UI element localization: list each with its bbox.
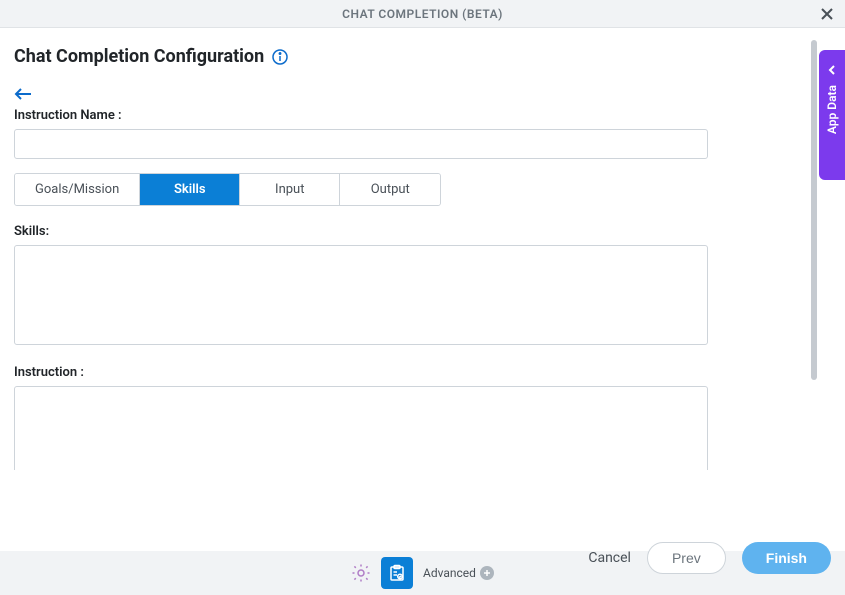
- chevron-left-icon: [827, 60, 837, 79]
- modal-header: CHAT COMPLETION (BETA): [0, 0, 845, 28]
- tabs-container: Goals/Mission Skills Input Output: [14, 173, 441, 206]
- instruction-label: Instruction :: [14, 365, 831, 380]
- arrow-left-icon: [14, 88, 32, 100]
- scrollbar[interactable]: [811, 40, 817, 380]
- tab-input[interactable]: Input: [240, 174, 340, 205]
- tab-goals-mission[interactable]: Goals/Mission: [15, 174, 140, 205]
- tab-skills[interactable]: Skills: [140, 174, 240, 205]
- finish-button[interactable]: Finish: [742, 542, 831, 574]
- modal-title: CHAT COMPLETION (BETA): [342, 7, 503, 21]
- skills-textarea[interactable]: [14, 245, 708, 345]
- app-data-label: App Data: [825, 85, 839, 134]
- back-button[interactable]: [14, 88, 32, 100]
- close-icon: [820, 7, 834, 21]
- skills-label: Skills:: [14, 224, 831, 239]
- footer: Cancel Prev Finish: [0, 529, 845, 587]
- instruction-textarea[interactable]: [14, 386, 708, 470]
- page-title-row: Chat Completion Configuration: [14, 46, 831, 67]
- instruction-name-input[interactable]: [14, 129, 708, 159]
- page-title: Chat Completion Configuration: [14, 46, 264, 67]
- prev-button[interactable]: Prev: [647, 542, 726, 574]
- info-icon[interactable]: [272, 49, 288, 65]
- app-data-tab[interactable]: App Data: [819, 50, 845, 180]
- cancel-button[interactable]: Cancel: [588, 550, 631, 566]
- close-button[interactable]: [819, 6, 835, 22]
- bottom-area: Advanced Cancel Prev Finish: [0, 551, 845, 595]
- tab-output[interactable]: Output: [340, 174, 440, 205]
- content-area: Chat Completion Configuration Instructio…: [0, 28, 845, 470]
- instruction-name-label: Instruction Name :: [14, 108, 831, 123]
